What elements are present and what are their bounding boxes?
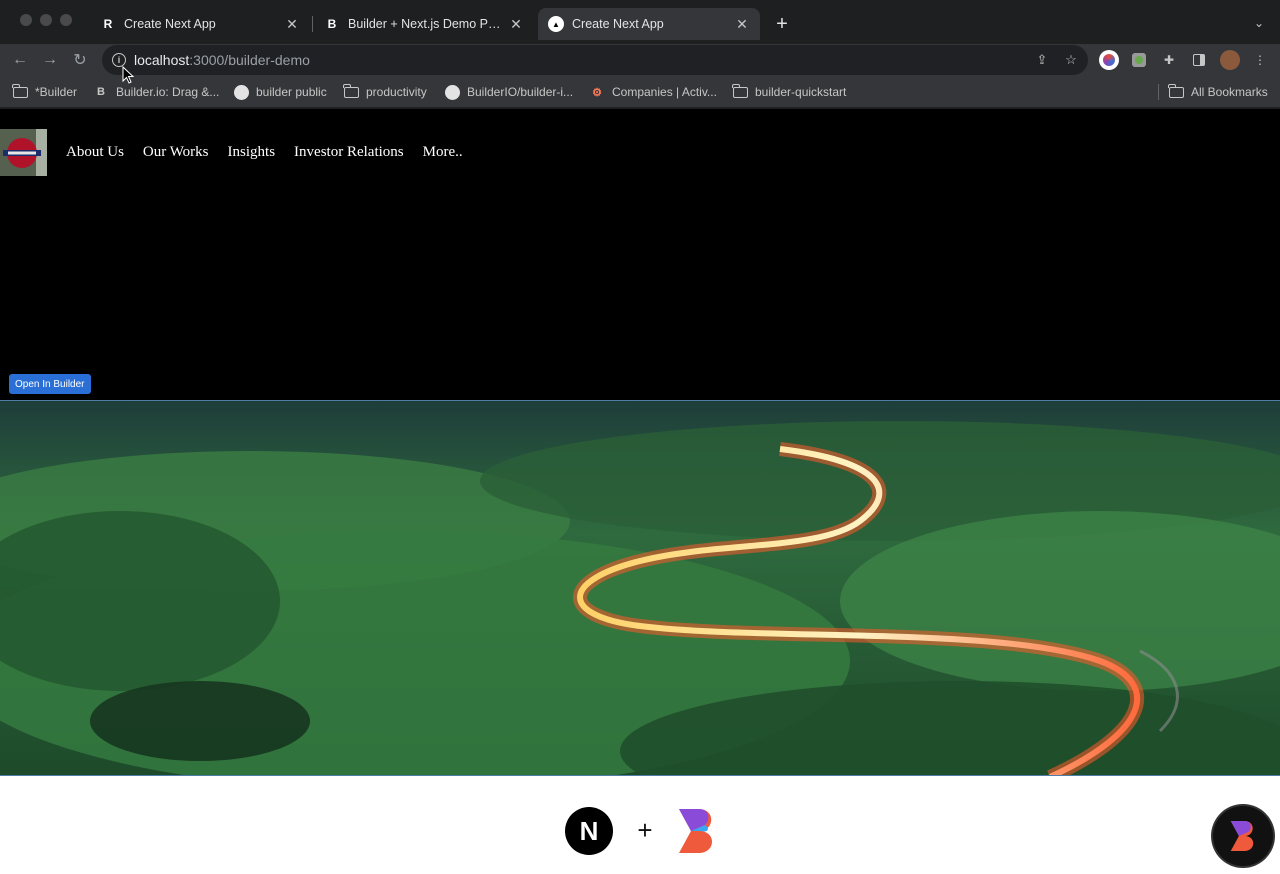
bookmark-builder-quickstart[interactable]: builder-quickstart (732, 82, 846, 102)
bookmark-companies[interactable]: ⚙ Companies | Activ... (589, 82, 717, 102)
bookmark-label: builder-quickstart (755, 85, 847, 99)
folder-icon (732, 83, 748, 100)
puzzle-icon[interactable]: ✚ (1159, 50, 1179, 70)
reload-icon[interactable]: ↻ (68, 48, 92, 72)
open-in-builder-button[interactable]: Open In Builder (9, 374, 91, 394)
bookmark-label: Builder.io: Drag &... (116, 85, 220, 99)
tab-title: Create Next App (124, 17, 216, 31)
close-icon[interactable]: ✕ (508, 16, 524, 32)
tab-builder-demo[interactable]: B Builder + Next.js Demo Page | ✕ (314, 8, 534, 40)
builder-logo-icon (679, 809, 713, 853)
logo-image (0, 129, 47, 176)
bookmark-label: *Builder (35, 85, 78, 99)
all-bookmarks[interactable]: All Bookmarks (1168, 82, 1268, 102)
forward-arrow-icon[interactable]: → (38, 48, 62, 72)
close-icon[interactable]: ✕ (734, 16, 750, 32)
extension-icon[interactable] (1129, 50, 1149, 70)
close-icon[interactable]: ✕ (284, 16, 300, 32)
tab-strip: R Create Next App ✕ B Builder + Next.js … (0, 0, 1280, 44)
folder-icon (12, 83, 28, 100)
nextjs-logo-icon: N (565, 807, 613, 855)
back-arrow-icon[interactable]: ← (8, 48, 32, 72)
new-tab-button[interactable]: + (770, 12, 794, 36)
hero-image (0, 400, 1280, 776)
nav-more[interactable]: More.. (423, 144, 463, 161)
bookmark-label: productivity (366, 85, 427, 99)
tab-title: Create Next App (572, 17, 664, 31)
close-window-button[interactable] (20, 14, 32, 26)
github-icon (444, 84, 460, 100)
nav-insights[interactable]: Insights (228, 144, 276, 161)
chevron-down-icon[interactable]: ⌄ (1250, 14, 1268, 32)
bookmark-builderio-github[interactable]: BuilderIO/builder-i... (444, 82, 573, 102)
nav-our-works[interactable]: Our Works (143, 144, 209, 161)
nav-about-us[interactable]: About Us (66, 144, 124, 161)
star-icon[interactable]: ☆ (1063, 52, 1079, 68)
bookmark-label: builder public (256, 85, 327, 99)
avatar[interactable] (1220, 50, 1240, 70)
tab-create-next-app-2[interactable]: ▲ Create Next App ✕ (538, 8, 760, 40)
tab-create-next-app-1[interactable]: R Create Next App ✕ (90, 8, 310, 40)
landscape-road-image (0, 401, 1280, 775)
tab-title: Builder + Next.js Demo Page | (348, 17, 502, 31)
builder-icon: B (327, 17, 337, 31)
mouse-cursor-icon (122, 66, 134, 84)
bookmarks-bar: *Builder B Builder.io: Drag &... builder… (0, 76, 1280, 108)
bookmark-builder-folder[interactable]: *Builder (12, 82, 77, 102)
more-vert-icon[interactable]: ⋮ (1250, 50, 1270, 70)
side-panel-icon[interactable] (1189, 50, 1209, 70)
share-icon[interactable]: ⇪ (1034, 52, 1050, 68)
bookmark-label: Companies | Activ... (612, 85, 717, 99)
bookmark-label: BuilderIO/builder-i... (467, 85, 574, 99)
bookmarks-divider (1158, 84, 1159, 100)
page-content: About Us Our Works Insights Investor Rel… (0, 109, 1280, 874)
builder-r-icon: R (103, 17, 113, 31)
address-bar[interactable]: i localhost:3000/builder-demo ⇪ ☆ (102, 45, 1088, 75)
browser-toolbar: ← → ↻ i localhost:3000/builder-demo ⇪ ☆ … (0, 44, 1280, 76)
builder-logo-icon (1230, 821, 1254, 851)
bookmark-label: All Bookmarks (1191, 85, 1268, 99)
minimize-window-button[interactable] (40, 14, 52, 26)
nav-investor-relations[interactable]: Investor Relations (294, 144, 404, 161)
folder-icon (343, 83, 359, 100)
bookmark-productivity[interactable]: productivity (343, 82, 427, 102)
folder-icon (1168, 83, 1184, 100)
url-text[interactable]: localhost:3000/builder-demo (134, 52, 310, 68)
main-nav: About Us Our Works Insights Investor Rel… (66, 144, 463, 161)
info-icon[interactable]: i (112, 53, 126, 67)
plus-sign: + (637, 814, 653, 845)
builder-chat-button[interactable] (1213, 806, 1273, 866)
tab-divider (312, 16, 313, 32)
extension-icon[interactable] (1099, 50, 1119, 70)
bookmark-builder-io[interactable]: B Builder.io: Drag &... (93, 82, 219, 102)
builder-icon: B (97, 86, 105, 98)
site-logo[interactable] (0, 129, 47, 176)
github-icon (233, 84, 249, 100)
vercel-icon: ▲ (548, 16, 564, 32)
bookmark-builder-public[interactable]: builder public (233, 82, 327, 102)
hubspot-icon: ⚙ (592, 86, 602, 99)
maximize-window-button[interactable] (60, 14, 72, 26)
